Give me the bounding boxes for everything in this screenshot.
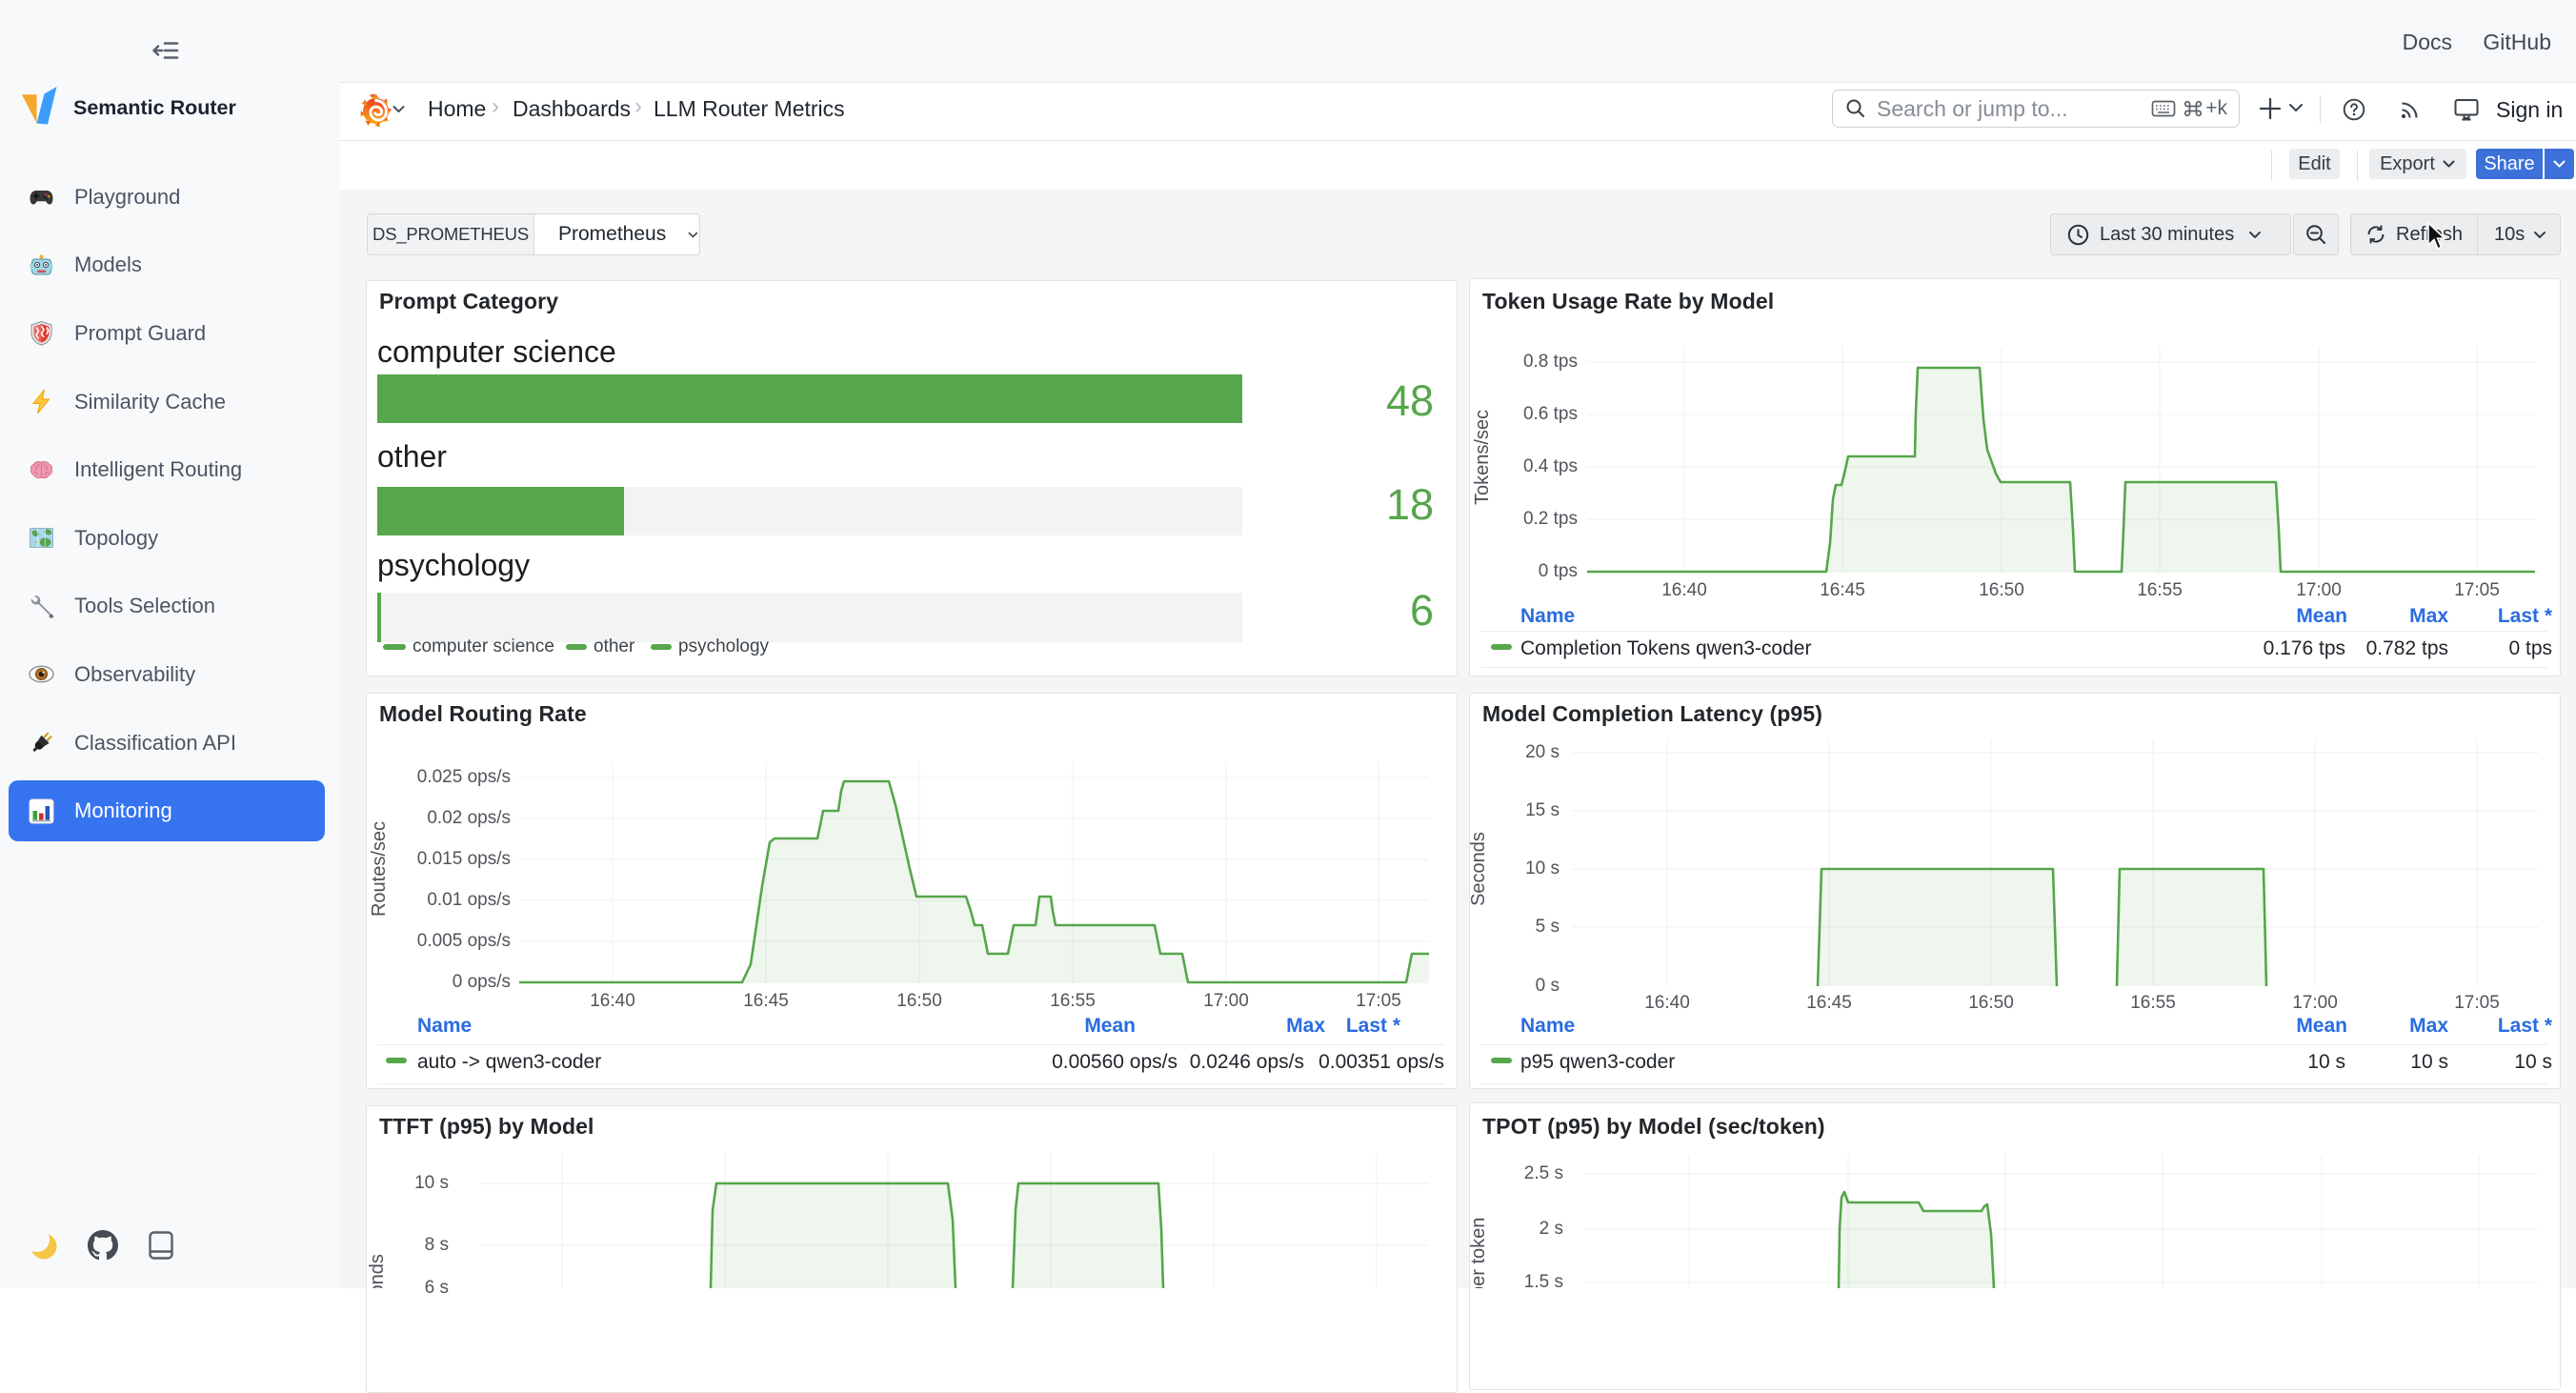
svg-text:Routes/sec: Routes/sec (369, 821, 390, 917)
svg-text:Seconds: Seconds (1469, 832, 1489, 906)
svg-text:Tokens/sec: Tokens/sec (1472, 410, 1493, 505)
svg-text:Seconds per token: Seconds per token (1469, 1218, 1489, 1288)
